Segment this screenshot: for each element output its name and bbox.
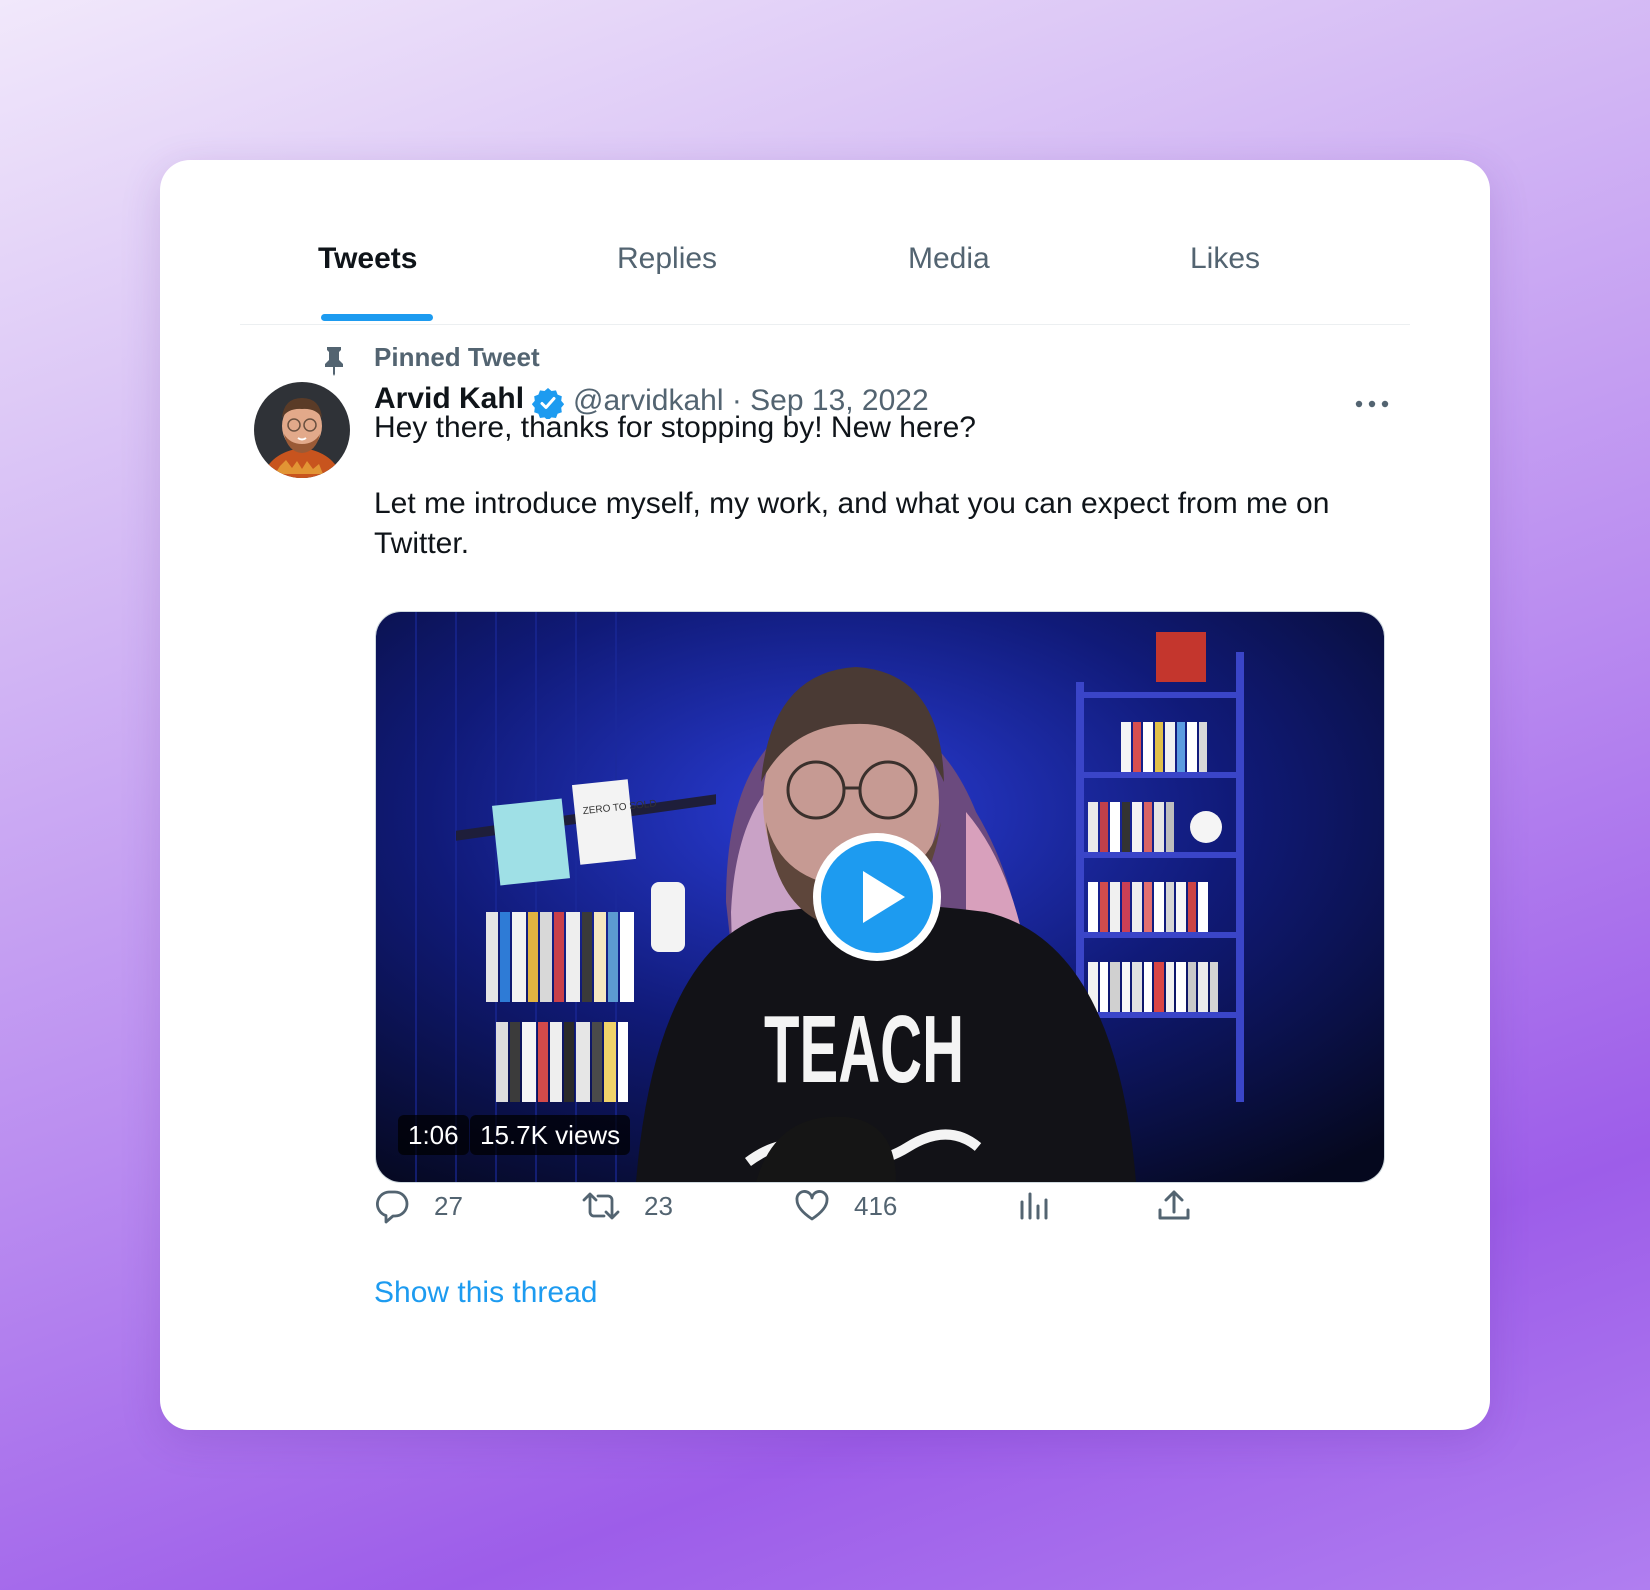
pin-icon [320,344,348,376]
reply-count: 27 [434,1190,463,1221]
avatar[interactable] [254,382,350,478]
retweet-button[interactable]: 23 [582,1184,673,1228]
tweet-text-line-1: Hey there, thanks for stopping by! New h… [374,411,976,444]
tab-media[interactable]: Media [908,242,990,276]
active-tab-indicator [321,314,433,321]
tweet-text-line-2: Let me introduce myself, my work, and wh… [374,487,1330,560]
share-button[interactable] [1156,1184,1192,1228]
video-duration: 1:06 [398,1115,469,1155]
tweet-card: Tweets Replies Media Likes Pinned Tweet … [160,160,1490,1430]
tweet-text: Hey there, thanks for stopping by! New h… [374,408,1374,564]
analytics-button[interactable] [1016,1184,1052,1228]
tweet-actions: 27 23 416 [374,1184,1274,1228]
tab-replies[interactable]: Replies [617,242,717,276]
like-icon [795,1190,829,1221]
retweet-icon [582,1192,620,1220]
pinned-label: Pinned Tweet [374,342,540,372]
tab-tweets[interactable]: Tweets [318,242,417,276]
show-thread-link[interactable]: Show this thread [374,1276,597,1310]
video-views: 15.7K views [470,1115,631,1155]
retweet-count: 23 [644,1190,673,1221]
share-icon [1158,1190,1190,1220]
like-count: 416 [854,1190,898,1221]
reply-button[interactable]: 27 [374,1184,463,1228]
tab-likes[interactable]: Likes [1190,242,1260,276]
reply-icon [376,1190,409,1224]
like-button[interactable]: 416 [794,1184,897,1228]
profile-tabs: Tweets Replies Media Likes [240,220,1410,325]
play-button[interactable] [811,831,943,963]
shirt-text: TEACH [764,996,964,1103]
analytics-icon [1020,1192,1048,1220]
video-player[interactable]: ZERO TO SOLD TEACH 1:06 15.7K views [375,611,1385,1183]
play-icon [813,833,941,961]
